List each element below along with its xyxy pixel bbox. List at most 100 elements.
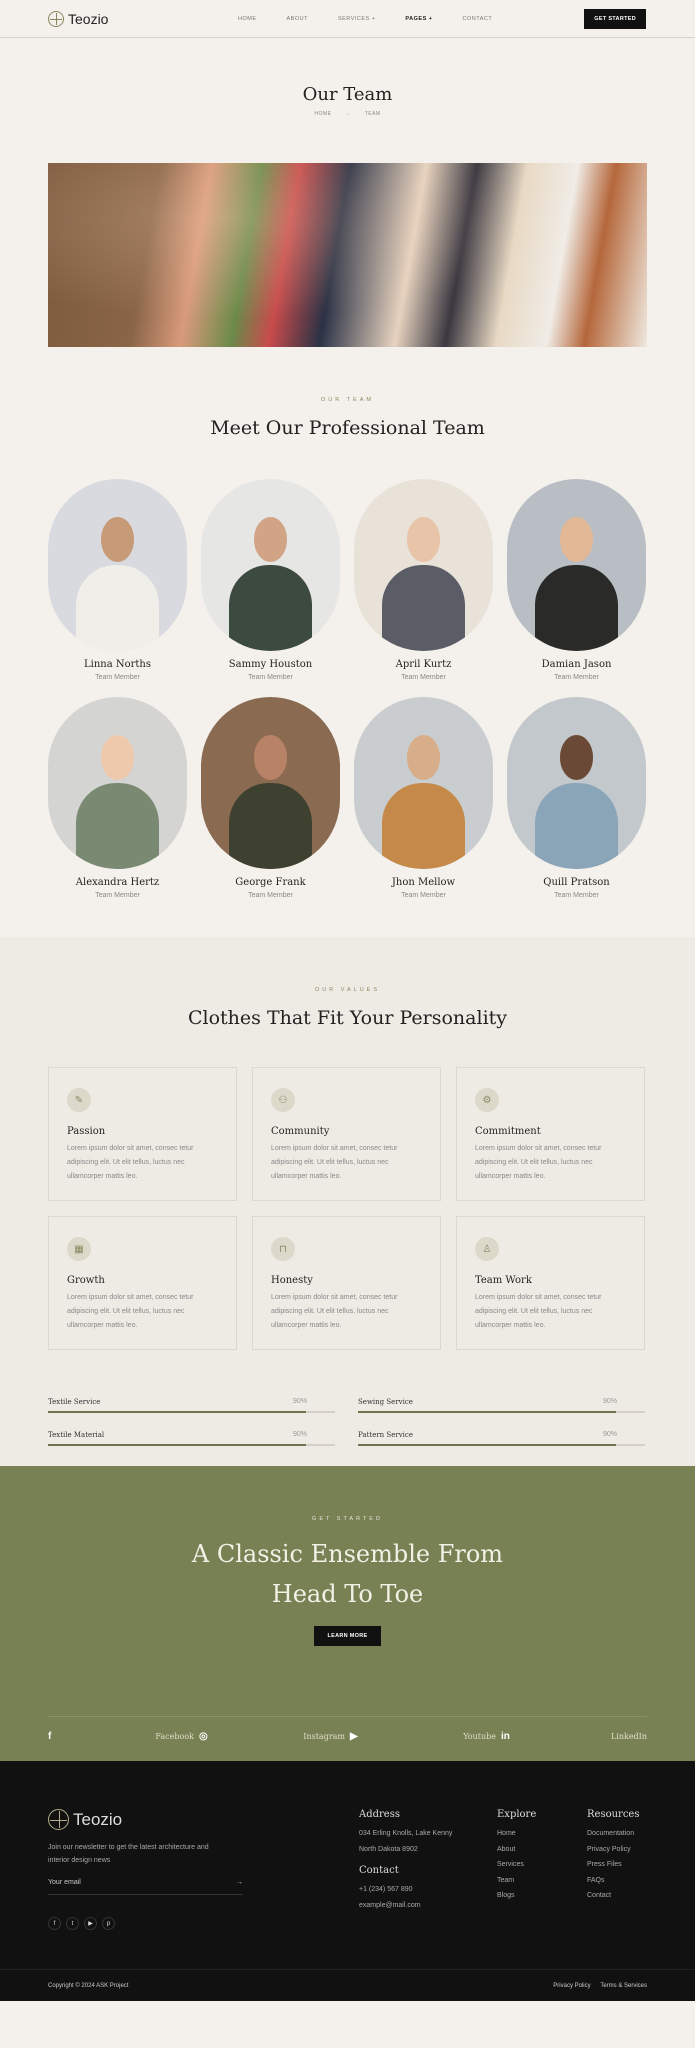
logo-icon <box>48 1809 69 1830</box>
breadcrumb-home[interactable]: HOME <box>314 111 331 117</box>
member-photo <box>507 479 646 651</box>
email-field[interactable]: Your email → <box>48 1879 243 1895</box>
team-member-card[interactable]: Jhon Mellow Team Member <box>354 697 493 899</box>
hero-image <box>48 163 647 347</box>
lock-icon: ⊓ <box>271 1237 295 1261</box>
photo-body <box>228 565 313 651</box>
explore-link[interactable]: Services <box>497 1857 536 1873</box>
explore-link[interactable]: Blogs <box>497 1888 536 1904</box>
footer-logo[interactable]: Teozio <box>48 1809 122 1830</box>
skill-progress-bar <box>48 1444 335 1446</box>
member-photo <box>354 479 493 651</box>
member-role: Team Member <box>248 674 293 681</box>
nav-about[interactable]: ABOUT <box>287 16 308 22</box>
instagram-icon[interactable]: ◎ <box>199 1731 208 1742</box>
member-photo <box>201 479 340 651</box>
cta-kicker: GET STARTED <box>312 1516 383 1522</box>
social-links-row: f Facebook ◎ Instagram ▶ Youtube in LinkedIn <box>48 1716 647 1742</box>
explore-link[interactable]: Team <box>497 1873 536 1889</box>
skill-name: Textile Service <box>48 1398 101 1406</box>
youtube-icon[interactable]: ▶ <box>84 1917 97 1930</box>
social-link-linkedin[interactable]: in LinkedIn <box>501 1731 647 1742</box>
team-member-card[interactable]: Damian Jason Team Member <box>507 479 646 681</box>
photo-body <box>381 565 466 651</box>
footer-logo-text: Teozio <box>73 1809 123 1829</box>
photo-head <box>559 734 594 780</box>
resources-link[interactable]: FAQs <box>587 1873 639 1889</box>
nav-pages[interactable]: PAGES + <box>405 16 432 22</box>
contact-email[interactable]: example@mail.com <box>359 1898 452 1914</box>
explore-list: Home About Services Team Blogs <box>497 1826 536 1904</box>
newsletter-text: Join our newsletter to get the latest ar… <box>48 1844 209 1864</box>
explore-link[interactable]: About <box>497 1842 536 1858</box>
arrow-right-icon[interactable]: → <box>236 1879 243 1886</box>
resources-link[interactable]: Contact <box>587 1888 639 1904</box>
member-role: Team Member <box>95 674 140 681</box>
photo-body <box>534 783 619 869</box>
team-member-card[interactable]: George Frank Team Member <box>201 697 340 899</box>
value-title: Community <box>271 1126 330 1137</box>
photo-body <box>534 565 619 651</box>
explore-link[interactable]: Home <box>497 1826 536 1842</box>
member-role: Team Member <box>401 892 446 899</box>
contact-phone[interactable]: +1 (234) 567 890 <box>359 1882 452 1898</box>
skill-item: Sewing Service 90% <box>358 1398 645 1413</box>
value-text: Lorem ipsum dolor sit amet, consec tetur… <box>475 1145 602 1180</box>
value-card: ♙ Team Work Lorem ipsum dolor sit amet, co… <box>456 1216 645 1350</box>
resources-list: Documentation Privacy Policy Press Files FA… <box>587 1826 639 1904</box>
photo-body <box>75 783 160 869</box>
team-member-card[interactable]: April Kurtz Team Member <box>354 479 493 681</box>
team-member-card[interactable]: Alexandra Hertz Team Member <box>48 697 187 899</box>
linkedin-icon[interactable]: in <box>501 1731 510 1742</box>
learn-more-button[interactable]: LEARN MORE <box>313 1626 382 1646</box>
social-label[interactable]: Facebook <box>155 1732 194 1741</box>
explore-column: Explore Home About Services Team Blogs <box>497 1809 536 1904</box>
skill-header: Sewing Service 90% <box>358 1398 645 1406</box>
facebook-icon[interactable]: f <box>48 1731 51 1742</box>
user-icon: ♙ <box>475 1237 499 1261</box>
nav-contact[interactable]: CONTACT <box>463 16 493 22</box>
social-label[interactable]: LinkedIn <box>611 1732 647 1741</box>
email-placeholder[interactable]: Your email <box>48 1879 81 1886</box>
member-role: Team Member <box>554 892 599 899</box>
logo-text: Teozio <box>68 10 109 27</box>
member-photo <box>201 697 340 869</box>
facebook-icon[interactable]: f <box>48 1917 61 1930</box>
social-link-instagram[interactable]: ◎ Instagram <box>199 1731 345 1742</box>
member-role: Team Member <box>248 892 293 899</box>
photo-head <box>100 734 135 780</box>
social-label[interactable]: Youtube <box>463 1732 496 1741</box>
social-link-facebook[interactable]: f Facebook <box>48 1731 194 1742</box>
nav-services[interactable]: SERVICES + <box>338 16 375 22</box>
get-started-button[interactable]: GET STARTED <box>584 9 646 29</box>
skill-item: Textile Material 90% <box>48 1431 335 1446</box>
team-member-card[interactable]: Quill Pratson Team Member <box>507 697 646 899</box>
team-kicker: OUR TEAM <box>321 397 374 403</box>
member-photo <box>48 479 187 651</box>
member-name: Quill Pratson <box>543 877 610 888</box>
skill-item: Textile Service 90% <box>48 1398 335 1413</box>
social-label[interactable]: Instagram <box>303 1732 345 1741</box>
social-link-youtube[interactable]: ▶ Youtube <box>350 1731 496 1742</box>
team-member-card[interactable]: Sammy Houston Team Member <box>201 479 340 681</box>
resources-link[interactable]: Documentation <box>587 1826 639 1842</box>
youtube-icon[interactable]: ▶ <box>350 1731 358 1742</box>
resources-link[interactable]: Press Files <box>587 1857 639 1873</box>
explore-title: Explore <box>497 1809 537 1820</box>
skill-value: 90% <box>602 1398 617 1405</box>
resources-link[interactable]: Privacy Policy <box>587 1842 639 1858</box>
pinterest-icon[interactable]: p <box>102 1917 115 1930</box>
member-name: Alexandra Hertz <box>75 877 160 888</box>
value-text: Lorem ipsum dolor sit amet, consec tetur… <box>271 1294 398 1329</box>
logo[interactable]: Teozio <box>48 10 109 27</box>
value-card: ▦ Growth Lorem ipsum dolor sit amet, conse… <box>48 1216 237 1350</box>
address-line: North Dakota 8902 <box>359 1845 418 1853</box>
twitter-icon[interactable]: t <box>66 1917 79 1930</box>
privacy-policy-link[interactable]: Privacy Policy <box>553 1983 590 1989</box>
team-member-card[interactable]: Linna Norths Team Member <box>48 479 187 681</box>
nav-home[interactable]: HOME <box>238 16 257 22</box>
photo-head <box>406 516 441 562</box>
photo-head <box>559 516 594 562</box>
terms-link[interactable]: Terms & Services <box>600 1983 647 1989</box>
value-text: Lorem ipsum dolor sit amet, consec tetur… <box>67 1294 194 1329</box>
